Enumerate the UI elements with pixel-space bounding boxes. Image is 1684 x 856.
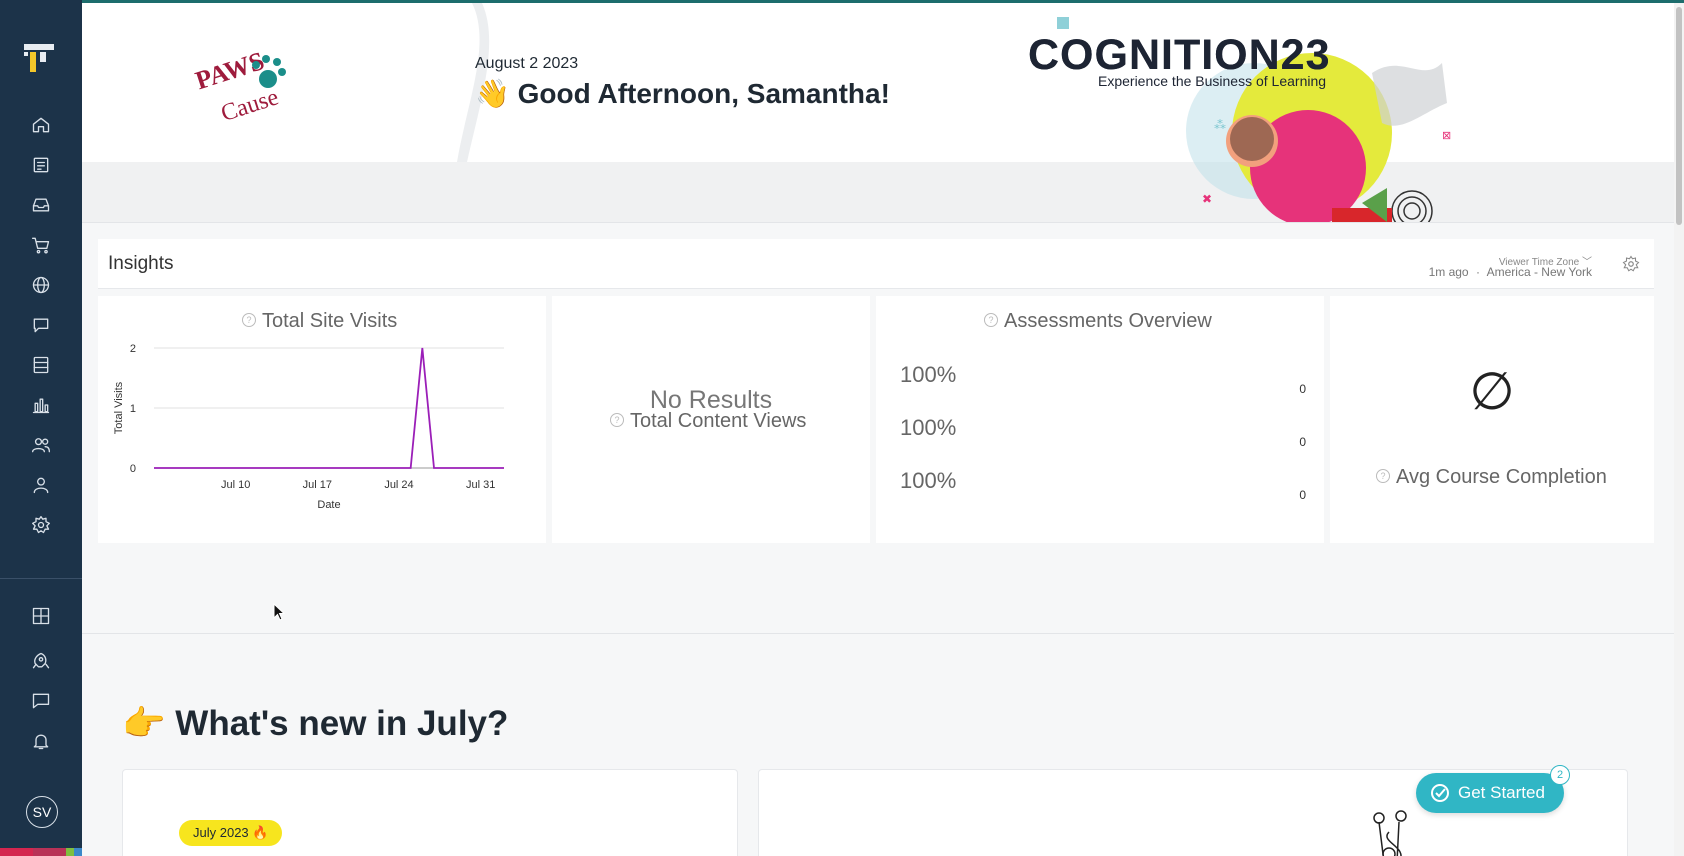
main-content: PAWS Cause August 2 2023 👋 Good Afternoo… xyxy=(82,3,1674,856)
globe-icon[interactable] xyxy=(29,273,53,297)
messages-icon[interactable] xyxy=(29,689,53,713)
chart-x-tick-label: Jul 31 xyxy=(466,479,495,491)
analytics-icon[interactable] xyxy=(29,393,53,417)
chart-y-tick-label: 2 xyxy=(130,343,136,355)
scrollbar-thumb[interactable] xyxy=(1676,7,1682,225)
assessment-percent: 100% xyxy=(900,468,957,493)
chat-icon[interactable] xyxy=(29,313,53,337)
chart-y-axis-label: Total Visits xyxy=(113,381,125,434)
rocket-icon[interactable] xyxy=(29,649,53,673)
section-divider xyxy=(82,633,1674,634)
svg-text:PAWS: PAWS xyxy=(192,46,268,95)
event-subtitle: Experience the Business of Learning xyxy=(1098,73,1327,89)
assessments-title: ? Assessments Overview xyxy=(984,310,1212,333)
check-circle-icon xyxy=(1431,784,1449,802)
last-updated: 1m ago xyxy=(1428,265,1469,279)
sidebar-color-strip xyxy=(0,848,82,856)
meta-separator: · xyxy=(1475,265,1480,279)
settings-icon[interactable] xyxy=(29,513,53,537)
assessment-percent: 100% xyxy=(900,415,957,440)
insights-meta: 1m ago · America - New York xyxy=(1429,265,1592,279)
chart-x-axis-label: Date xyxy=(317,499,340,511)
course-completion-panel: ∅ ? Avg Course Completion xyxy=(1330,296,1654,543)
timezone-value: America - New York xyxy=(1486,265,1592,279)
chart-y-tick-label: 0 xyxy=(130,463,136,475)
help-icon[interactable]: ? xyxy=(610,412,624,427)
groups-icon[interactable] xyxy=(29,433,53,457)
content-views-panel: No Results ? Total Content Views xyxy=(552,296,870,543)
assessments-panel: ? Assessments Overview 100% 0 100% 0 100%… xyxy=(876,296,1324,543)
cart-icon[interactable] xyxy=(29,233,53,257)
user-icon[interactable] xyxy=(29,473,53,497)
assessment-count: 0 xyxy=(1299,488,1306,502)
site-visits-panel: ? Total Site Visits 0 1 2 Jul 10 Jul 17 Jul 24… xyxy=(98,296,546,543)
month-tag: July 2023 🔥 xyxy=(179,820,283,846)
catalog-icon[interactable] xyxy=(29,353,53,377)
site-visits-chart: 0 1 2 Jul 10 Jul 17 Jul 24 Jul 31 Date Total Vis… xyxy=(113,343,504,511)
help-icon[interactable]: ? xyxy=(1376,468,1390,483)
assessment-percent: 100% xyxy=(900,362,957,387)
section-divider xyxy=(82,222,1674,223)
apps-icon[interactable] xyxy=(29,604,53,628)
svg-text:⁂: ⁂ xyxy=(1214,118,1226,132)
help-icon[interactable]: ? xyxy=(984,312,998,327)
content-views-title: ? Total Content Views xyxy=(610,410,806,433)
whats-new-heading: 👉 What's new in July? xyxy=(122,704,509,743)
chart-x-tick-label: Jul 10 xyxy=(221,479,250,491)
insights-settings-icon[interactable] xyxy=(1622,255,1640,273)
assessment-count: 0 xyxy=(1299,435,1306,449)
app-logo-icon[interactable] xyxy=(22,40,60,76)
page-scrollbar[interactable] xyxy=(1674,3,1684,856)
home-icon[interactable] xyxy=(29,113,53,137)
svg-text:Cause: Cause xyxy=(218,84,282,127)
greeting-date: August 2 2023 xyxy=(475,55,579,72)
svg-text:⊠: ⊠ xyxy=(1442,130,1451,142)
sidebar-divider xyxy=(0,578,82,579)
insights-header: Insights Viewer Time Zone ﹀ 1m ago · Ame… xyxy=(98,239,1654,289)
courses-icon[interactable] xyxy=(29,153,53,177)
insights-title: Insights xyxy=(108,253,174,274)
assessment-count: 0 xyxy=(1299,382,1306,396)
chart-x-tick-label: Jul 17 xyxy=(303,479,332,491)
welcome-banner: PAWS Cause August 2 2023 👋 Good Afternoo… xyxy=(82,3,1674,222)
svg-text:✖: ✖ xyxy=(1202,192,1212,206)
empty-set-icon: ∅ xyxy=(1469,363,1515,421)
get-started-badge: 2 xyxy=(1550,765,1570,785)
library-icon[interactable] xyxy=(29,193,53,217)
course-completion-title: ? Avg Course Completion xyxy=(1376,466,1607,489)
chart-x-tick-label: Jul 24 xyxy=(384,479,413,491)
brand-logo: PAWS Cause xyxy=(192,46,286,127)
get-started-button[interactable]: Get Started 2 xyxy=(1416,765,1570,813)
sidebar: SV xyxy=(0,0,82,856)
mouse-cursor-icon xyxy=(273,603,286,621)
user-avatar[interactable]: SV xyxy=(26,796,58,828)
whats-new-card[interactable]: July 2023 🔥 xyxy=(122,769,738,856)
chart-y-tick-label: 1 xyxy=(130,403,136,415)
get-started-label: Get Started xyxy=(1458,783,1545,802)
greeting-message: 👋 Good Afternoon, Samantha! xyxy=(475,78,890,109)
bell-icon[interactable] xyxy=(29,729,53,753)
event-promo-graphic[interactable]: ✖ ⁂ ⊠ COGNITION23 Experience the Busines… xyxy=(1022,13,1502,222)
